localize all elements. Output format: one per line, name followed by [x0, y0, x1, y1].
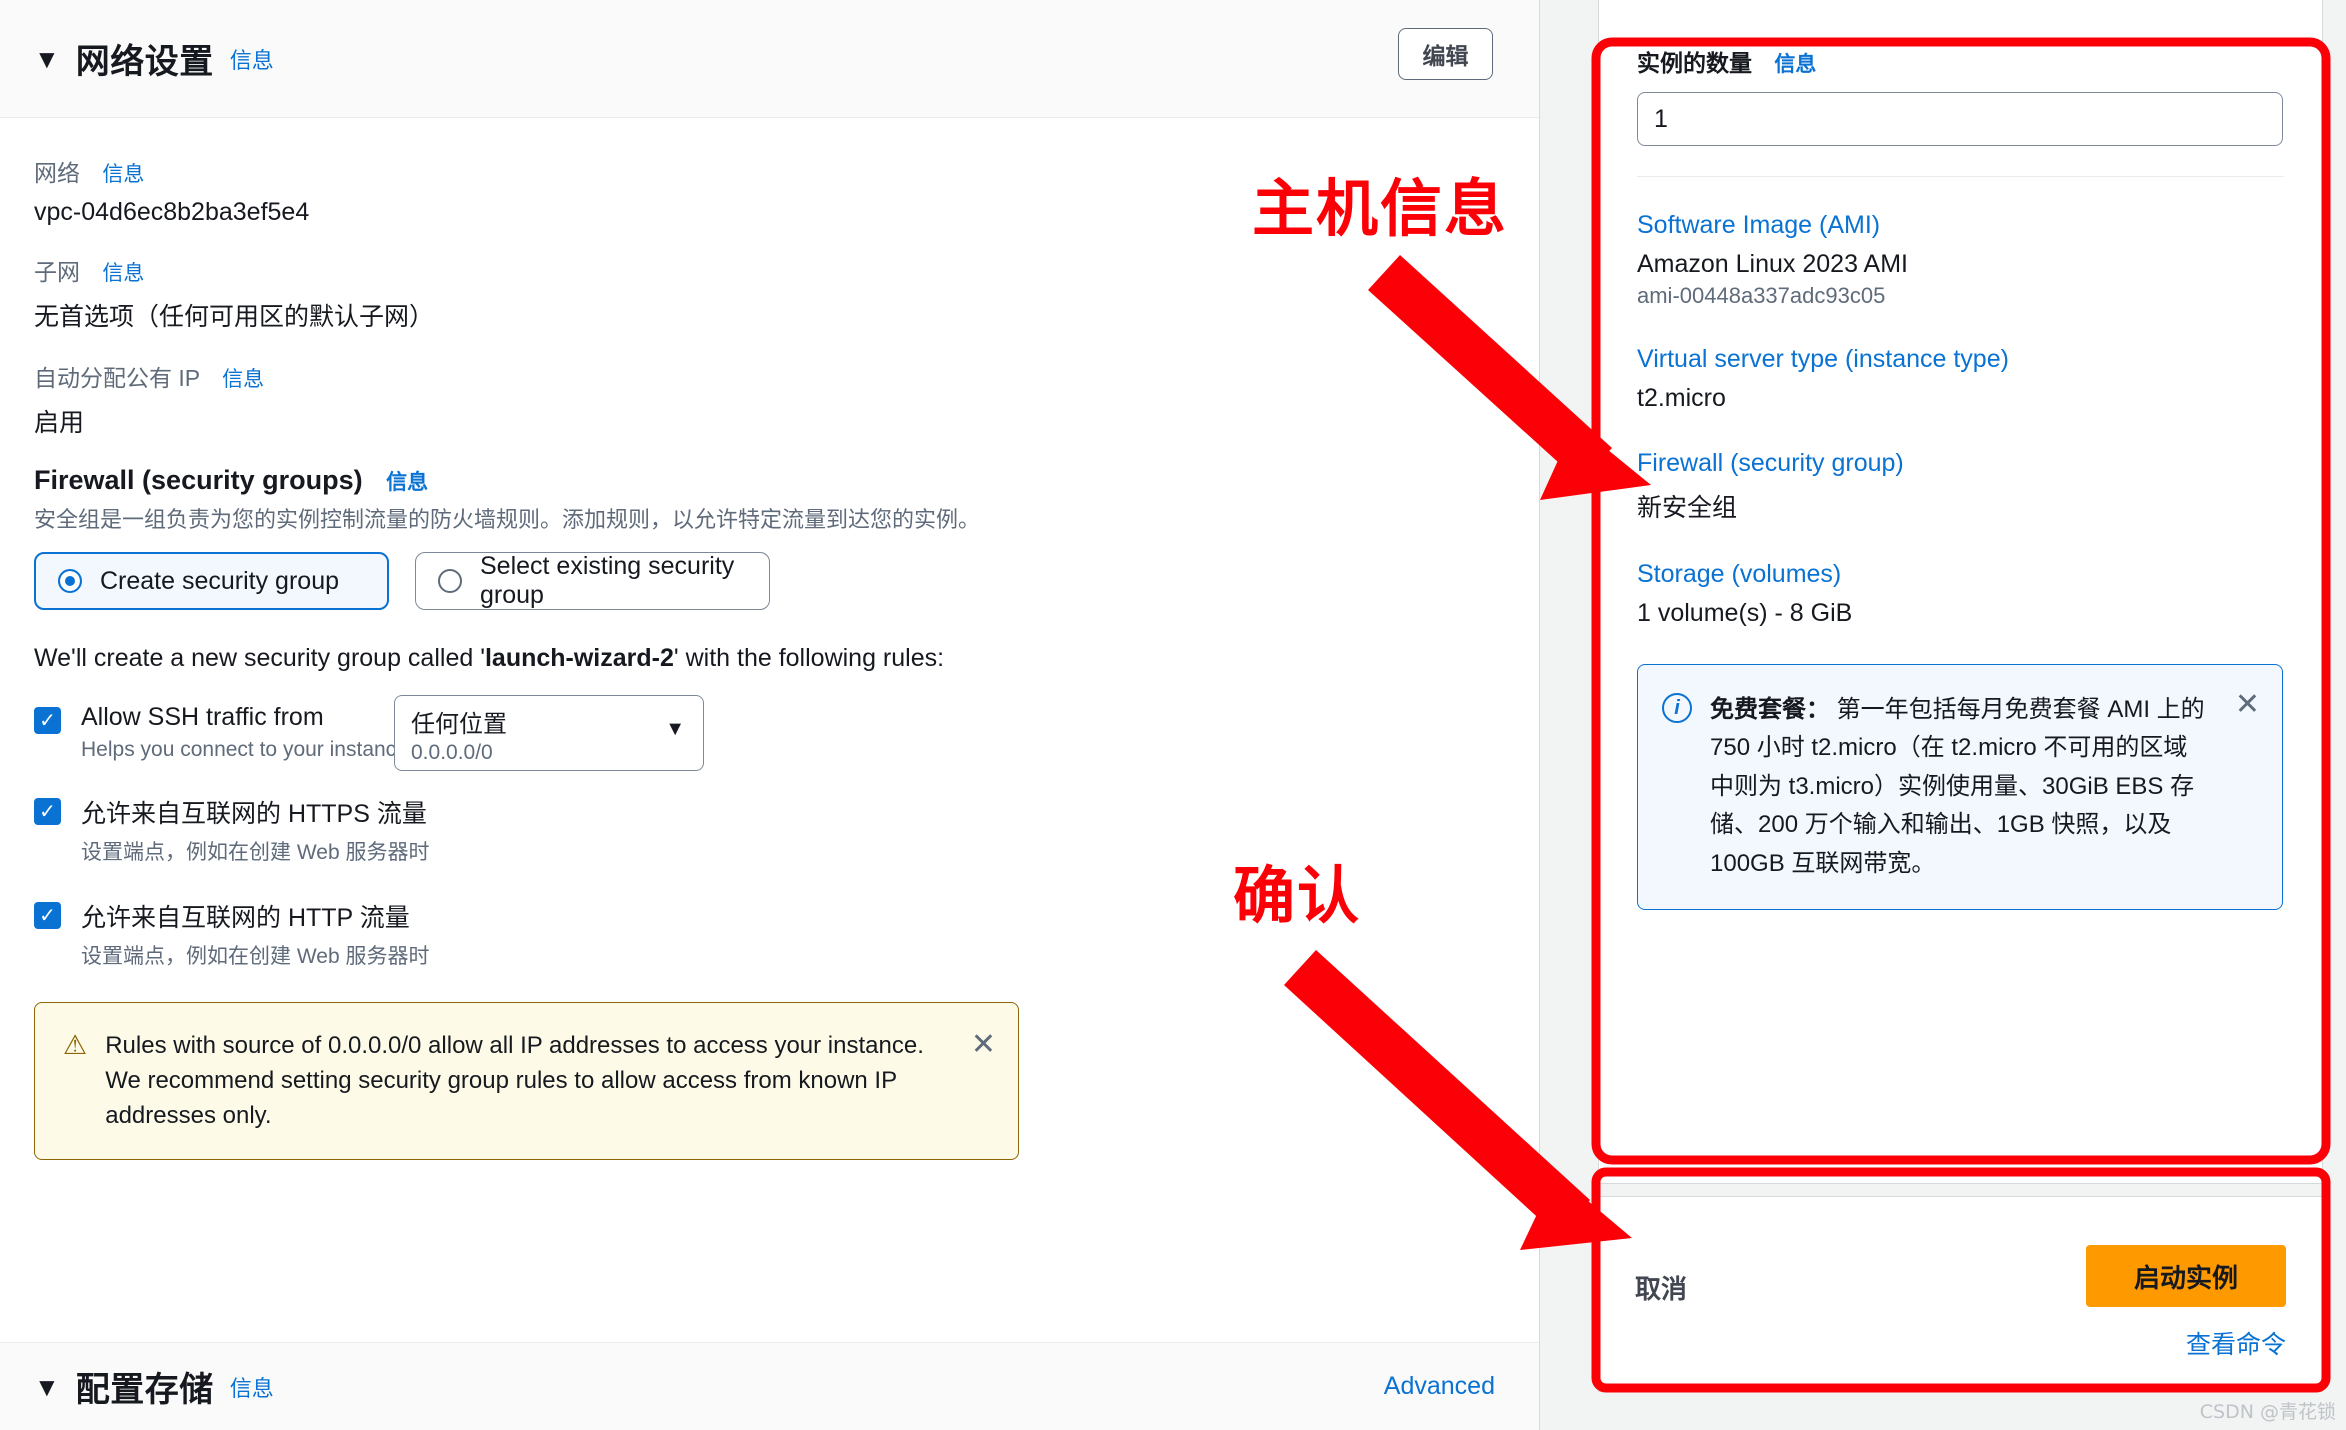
auto-assign-ip-info-link[interactable]: 信息	[222, 368, 264, 391]
advanced-link[interactable]: Advanced	[1384, 1372, 1495, 1401]
subnet-label-text: 子网	[34, 259, 80, 285]
ssh-source-select-detail: 0.0.0.0/0	[411, 741, 493, 764]
summary-item-firewall: Firewall (security group) 新安全组	[1637, 449, 2284, 524]
subnet-field-label: 子网 信息	[34, 253, 1505, 287]
auto-assign-ip-field-label: 自动分配公有 IP 信息	[34, 359, 1505, 393]
annotation-label-host-info: 主机信息	[1252, 172, 1509, 245]
summary-sub-ami-id: ami-00448a337adc93c05	[1637, 283, 1886, 308]
app-root: ▼ 网络设置 信息 编辑 网络 信息 vpc-04d6ec8b2ba3ef5e4…	[0, 0, 2346, 1430]
free-tier-banner: i 免费套餐： 第一年包括每月免费套餐 AMI 上的 750 小时 t2.mic…	[1637, 664, 2283, 910]
launch-action-card: 取消 启动实例 查看命令	[1598, 1196, 2323, 1392]
summary-value-ami: Amazon Linux 2023 AMI	[1637, 250, 1908, 278]
firewall-description: 安全组是一组负责为您的实例控制流量的防火墙规则。添加规则，以允许特定流量到达您的…	[34, 507, 981, 532]
rule-item: ✓ Allow SSH traffic from Helps you conne…	[34, 695, 1505, 771]
checkbox-allow-ssh[interactable]: ✓	[34, 707, 61, 734]
summary-link-ami[interactable]: Software Image (AMI)	[1637, 211, 2284, 240]
view-command-link[interactable]: 查看命令	[2186, 1325, 2286, 1361]
summary-value-firewall: 新安全组	[1637, 494, 1738, 522]
close-icon[interactable]: ✕	[2235, 687, 2260, 722]
summary-link-instance-type[interactable]: Virtual server type (instance type)	[1637, 345, 2284, 374]
ssh-source-select[interactable]: 任何位置 0.0.0.0/0 ▼	[394, 695, 704, 771]
summary-item-ami: Software Image (AMI) Amazon Linux 2023 A…	[1637, 211, 2284, 309]
radio-selected-icon	[58, 569, 82, 593]
network-settings-header: ▼ 网络设置 信息 编辑	[0, 0, 1539, 118]
instance-count-input[interactable]: 1	[1637, 92, 2283, 146]
launch-action-inner: 取消 启动实例 查看命令	[1599, 1197, 2322, 1391]
subnet-value: 无首选项（任何可用区的默认子网）	[34, 303, 435, 331]
subnet-info-link[interactable]: 信息	[102, 262, 144, 285]
rule-subtitle: 设置端点，例如在创建 Web 服务器时	[81, 945, 430, 968]
summary-divider	[1637, 176, 2284, 177]
rule-subtitle: Helps you connect to your instance	[81, 738, 408, 761]
firewall-heading-text: Firewall (security groups)	[34, 465, 363, 495]
summary-link-firewall[interactable]: Firewall (security group)	[1637, 449, 2284, 478]
summary-card: 实例的数量 信息 1 Software Image (AMI) Amazon L…	[1598, 0, 2323, 1184]
checkbox-allow-https[interactable]: ✓	[34, 798, 61, 825]
auto-assign-ip-label-text: 自动分配公有 IP	[34, 365, 200, 391]
summary-sidebar: 实例的数量 信息 1 Software Image (AMI) Amazon L…	[1598, 0, 2346, 1430]
sg-note-group-name: launch-wizard-2	[484, 644, 674, 672]
summary-value-storage: 1 volume(s) - 8 GiB	[1637, 599, 1853, 627]
configure-storage-header[interactable]: ▼ 配置存储 信息 Advanced	[0, 1342, 1539, 1430]
instance-count-label-text: 实例的数量	[1637, 50, 1752, 76]
storage-collapse-caret-icon[interactable]: ▼	[34, 1374, 60, 1400]
summary-value-instance-type: t2.micro	[1637, 384, 1726, 412]
network-info-link[interactable]: 信息	[102, 163, 144, 186]
annotation-label-confirm: 确认	[1233, 859, 1362, 932]
instance-count-label: 实例的数量 信息	[1637, 44, 2284, 78]
rule-title: Allow SSH traffic from	[81, 703, 324, 731]
radio-create-security-group-label: Create security group	[100, 566, 340, 595]
instance-count-info-link[interactable]: 信息	[1774, 53, 1816, 76]
configure-storage-info-link[interactable]: 信息	[230, 1371, 274, 1403]
checkbox-allow-http[interactable]: ✓	[34, 902, 61, 929]
summary-item-instance-type: Virtual server type (instance type) t2.m…	[1637, 345, 2284, 413]
radio-unselected-icon	[438, 569, 462, 593]
info-circle-icon: i	[1662, 693, 1692, 723]
free-tier-title: 免费套餐：	[1710, 696, 1830, 723]
network-settings-info-link[interactable]: 信息	[230, 43, 274, 75]
radio-select-existing-label: Select existing security group	[480, 552, 735, 609]
free-tier-text: 免费套餐： 第一年包括每月免费套餐 AMI 上的 750 小时 t2.micro…	[1710, 691, 2205, 883]
launch-instance-button[interactable]: 启动实例	[2086, 1245, 2286, 1307]
security-warning-banner: ⚠ Rules with source of 0.0.0.0/0 allow a…	[34, 1002, 1019, 1161]
network-settings-body: 网络 信息 vpc-04d6ec8b2ba3ef5e4 子网 信息 无首选项（任…	[0, 118, 1539, 1161]
security-group-mode-radiogroup: Create security group Select existing se…	[34, 552, 1505, 610]
rule-text-block: Allow SSH traffic from Helps you connect…	[81, 703, 408, 762]
firewall-info-link[interactable]: 信息	[386, 471, 428, 494]
auto-assign-ip-value: 启用	[34, 409, 85, 437]
radio-create-security-group[interactable]: Create security group	[34, 552, 389, 610]
security-warning-text: Rules with source of 0.0.0.0/0 allow all…	[105, 1032, 924, 1129]
rule-text-block: 允许来自互联网的 HTTP 流量 设置端点，例如在创建 Web 服务器时	[81, 898, 429, 970]
page-title: 网络设置	[75, 43, 214, 81]
summary-item-storage: Storage (volumes) 1 volume(s) - 8 GiB	[1637, 560, 2284, 628]
close-icon[interactable]: ✕	[971, 1027, 996, 1062]
radio-select-existing-security-group[interactable]: Select existing security group	[415, 552, 770, 610]
ssh-source-select-value: 任何位置	[411, 711, 507, 738]
rule-text-block: 允许来自互联网的 HTTPS 流量 设置端点，例如在创建 Web 服务器时	[81, 794, 429, 866]
collapse-caret-icon[interactable]: ▼	[34, 46, 60, 72]
network-label-text: 网络	[34, 160, 80, 186]
chevron-down-icon: ▼	[665, 718, 685, 740]
security-group-note: We'll create a new security group called…	[34, 644, 1505, 673]
sg-note-suffix: ' with the following rules:	[673, 644, 945, 672]
edit-button[interactable]: 编辑	[1398, 28, 1493, 80]
firewall-heading: Firewall (security groups) 信息	[34, 465, 1505, 496]
configure-storage-title: 配置存储	[75, 1371, 214, 1409]
summary-link-storage[interactable]: Storage (volumes)	[1637, 560, 2284, 589]
rule-title: 允许来自互联网的 HTTPS 流量	[81, 800, 427, 828]
watermark: CSDN @青花锁	[2199, 1401, 2336, 1423]
sg-note-prefix: We'll create a new security group called…	[34, 644, 485, 672]
warning-triangle-icon: ⚠	[63, 1030, 88, 1060]
cancel-button[interactable]: 取消	[1635, 1269, 1687, 1306]
rule-title: 允许来自互联网的 HTTP 流量	[81, 904, 410, 932]
rule-subtitle: 设置端点，例如在创建 Web 服务器时	[81, 841, 430, 864]
free-tier-body: 第一年包括每月免费套餐 AMI 上的 750 小时 t2.micro（在 t2.…	[1710, 696, 2205, 877]
